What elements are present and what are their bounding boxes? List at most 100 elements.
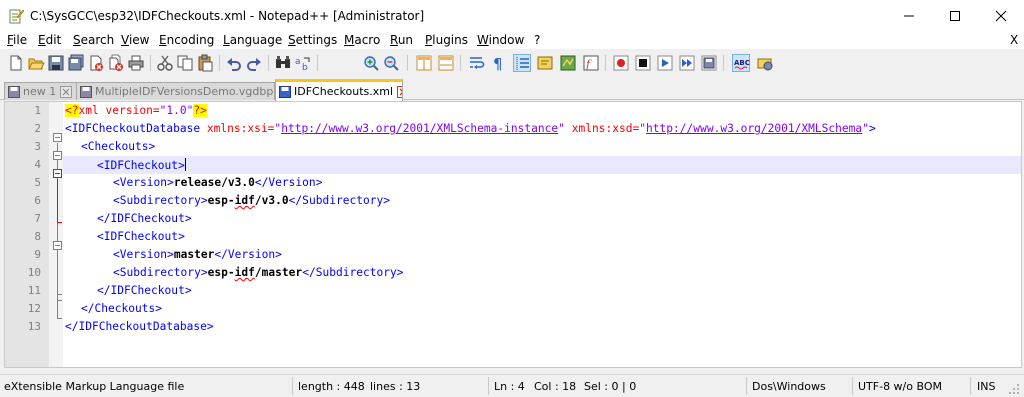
xml-tag: <IDFCheckout> <box>97 159 185 172</box>
editor-line: 11 </IDFCheckout> <box>5 282 1021 300</box>
tab-label: IDFCheckouts.xml <box>294 85 394 98</box>
spell-check-icon[interactable]: ABC <box>732 54 750 72</box>
paste-icon[interactable] <box>196 54 214 72</box>
toolbar-separator <box>219 55 220 71</box>
zoom-in-icon[interactable] <box>362 54 380 72</box>
minimize-button[interactable] <box>886 0 932 32</box>
xml-tag: </Subdirectory> <box>302 266 404 279</box>
record-macro-icon[interactable] <box>612 54 630 72</box>
close-tab-icon[interactable] <box>397 85 403 98</box>
status-separator <box>852 377 853 395</box>
menu-plugins[interactable]: Plugins <box>425 33 468 47</box>
zoom-out-icon[interactable] <box>382 54 400 72</box>
menu-help[interactable]: ? <box>534 33 540 47</box>
close-all-icon[interactable] <box>107 54 125 72</box>
tab-idfcheckouts-xml[interactable]: IDFCheckouts.xml <box>275 79 403 101</box>
status-eol-format[interactable]: Dos\Windows <box>752 380 826 393</box>
save-disk-icon <box>279 85 291 98</box>
line-number: 5 <box>34 176 41 189</box>
line-text: <Version>release/v3.0</Version> <box>113 176 322 189</box>
menu-view[interactable]: View <box>121 33 149 47</box>
function-list-icon[interactable]: f <box>582 54 600 72</box>
resize-grip-icon[interactable] <box>1008 383 1020 395</box>
xml-quote: " <box>558 122 565 135</box>
menu-language[interactable]: Language <box>223 33 282 47</box>
document-map-icon[interactable] <box>559 54 577 72</box>
xml-tag: <Checkouts> <box>81 140 156 153</box>
print-icon[interactable] <box>127 54 145 72</box>
stop-recording-icon[interactable] <box>634 54 652 72</box>
menu-macro[interactable]: Macro <box>344 33 380 47</box>
editor-line: 7 </IDFCheckout> <box>5 210 1021 228</box>
toolbar: ab ¶ f ABC <box>0 49 1024 77</box>
tab-new-1[interactable]: new 1 <box>4 82 77 100</box>
playback-macro-icon[interactable] <box>656 54 674 72</box>
tab-multipleidfversionsdemo[interactable]: MultipleIDFVersionsDemo.vgdbproj <box>76 82 275 100</box>
new-file-icon[interactable] <box>7 54 25 72</box>
misspelled-word: idf <box>234 194 255 207</box>
line-text: <Checkouts> <box>81 140 155 153</box>
find-icon[interactable] <box>274 54 292 72</box>
close-button[interactable] <box>978 0 1024 32</box>
notepadpp-app-icon[interactable] <box>8 8 24 24</box>
toolbar-separator <box>268 55 269 71</box>
save-icon[interactable] <box>47 54 65 72</box>
status-file-type: eXtensible Markup Language file <box>4 380 185 393</box>
xml-text: release/v3.0 <box>173 176 255 189</box>
show-all-characters-icon[interactable]: ¶ <box>490 54 508 72</box>
menu-search[interactable]: Search <box>73 33 114 47</box>
xml-attr: version= <box>98 104 160 117</box>
define-language-icon[interactable] <box>536 54 554 72</box>
run-macro-multiple-icon[interactable] <box>678 54 696 72</box>
close-tab-icon[interactable] <box>60 85 73 98</box>
xml-pi-close: ?> <box>193 104 207 117</box>
editor-line: 5 <Version>release/v3.0</Version> <box>5 174 1021 192</box>
line-number: 7 <box>34 212 41 225</box>
status-encoding[interactable]: UTF-8 w/o BOM <box>858 380 942 393</box>
xml-tag: > <box>868 122 876 135</box>
cut-icon[interactable] <box>156 54 174 72</box>
xml-tag: <IDFCheckout> <box>97 230 185 243</box>
xml-tag: </Subdirectory> <box>288 194 391 207</box>
xml-tag: </IDFCheckout> <box>97 212 192 225</box>
close-file-icon[interactable] <box>87 54 105 72</box>
indent-guide-icon[interactable] <box>513 54 531 72</box>
svg-text:b: b <box>302 63 308 72</box>
sync-vertical-scroll-icon[interactable] <box>415 54 433 72</box>
line-number: 3 <box>34 140 41 153</box>
close-document-button[interactable]: X <box>1010 33 1018 47</box>
xml-quote: " <box>639 122 647 135</box>
line-text: <IDFCheckout> <box>97 158 186 172</box>
menu-edit[interactable]: Edit <box>38 33 61 47</box>
xml-attr: xmlns:xsd= <box>564 122 640 135</box>
spell-check-options-icon[interactable] <box>756 54 774 72</box>
maximize-button[interactable] <box>932 0 978 32</box>
status-separator <box>746 377 747 395</box>
toolbar-separator <box>460 55 461 71</box>
line-number: 6 <box>34 194 41 207</box>
redo-icon[interactable] <box>245 54 263 72</box>
line-number: 8 <box>34 230 41 243</box>
save-macro-icon[interactable] <box>700 54 718 72</box>
save-all-icon[interactable] <box>67 54 85 72</box>
undo-icon[interactable] <box>225 54 243 72</box>
xml-url[interactable]: http://www.w3.org/2001/XMLSchema-instanc… <box>281 122 558 135</box>
menu-window[interactable]: Window <box>477 33 524 47</box>
status-insert-mode[interactable]: INS <box>977 380 995 393</box>
open-file-icon[interactable] <box>27 54 45 72</box>
sync-horizontal-scroll-icon[interactable] <box>437 54 455 72</box>
xml-url[interactable]: http://www.w3.org/2001/XMLSchema <box>646 122 862 135</box>
replace-icon[interactable]: ab <box>294 54 312 72</box>
word-wrap-icon[interactable] <box>468 54 486 72</box>
menu-settings[interactable]: Settings <box>288 33 337 47</box>
copy-icon[interactable] <box>176 54 194 72</box>
menu-file[interactable]: File <box>7 33 27 47</box>
menu-run[interactable]: Run <box>390 33 413 47</box>
toolbar-separator <box>723 55 724 71</box>
xml-tag: <Version> <box>113 248 174 261</box>
xml-pi-open: <? <box>65 104 79 117</box>
menu-encoding[interactable]: Encoding <box>159 33 214 47</box>
editor-line: 8 <IDFCheckout> <box>5 228 1021 246</box>
title-bar[interactable]: C:\SysGCC\esp32\IDFCheckouts.xml - Notep… <box>0 0 1024 32</box>
text-editor[interactable]: 1 <?xml version="1.0"?> 2 <IDFCheckoutDa… <box>4 101 1022 368</box>
